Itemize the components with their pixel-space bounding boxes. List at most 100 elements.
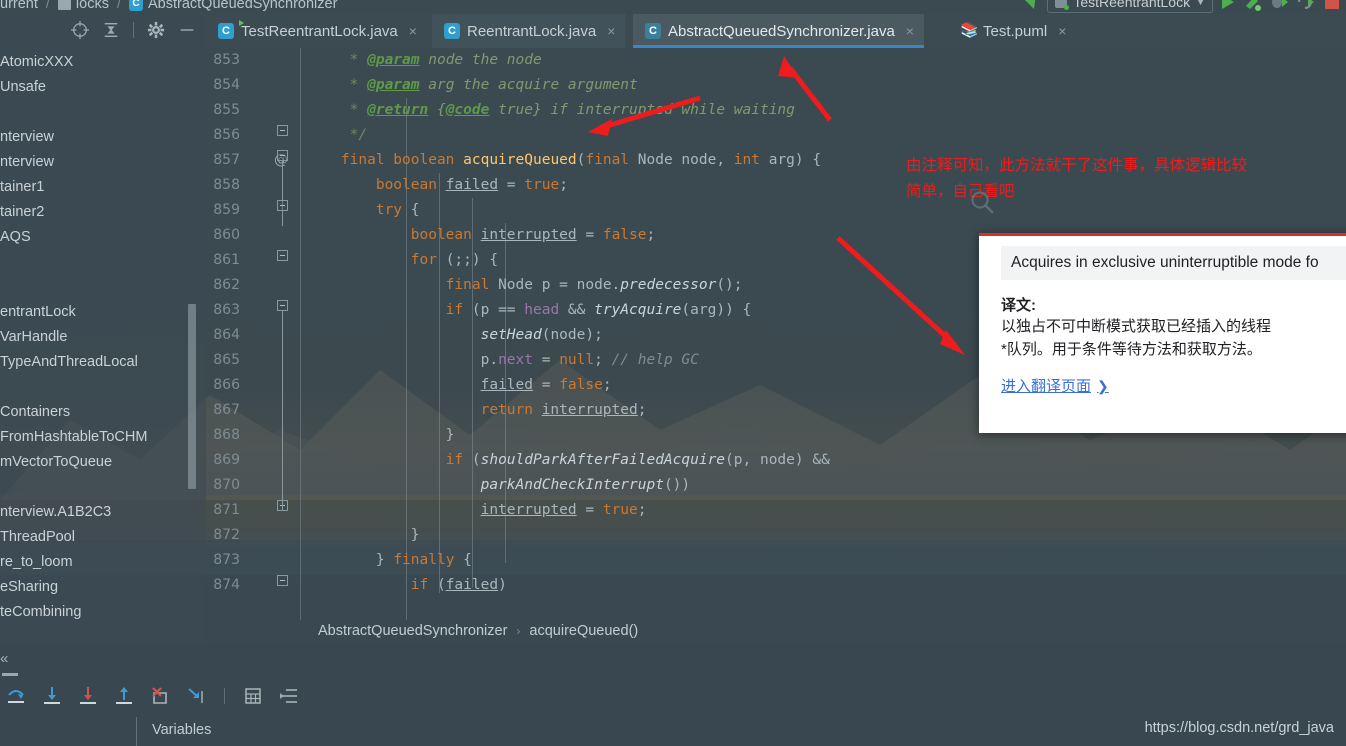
run-icon[interactable] (1222, 0, 1234, 9)
code-line-866: failed = false; (480, 377, 612, 393)
tree-row[interactable]: teCombining (0, 600, 206, 625)
debug-icon[interactable] (1270, 0, 1288, 11)
tree-row[interactable]: tainer2 (0, 200, 206, 225)
editor-tab-label: TestReentrantLock.java (241, 22, 398, 40)
breadcrumb-item-package[interactable]: urrent (0, 0, 38, 12)
editor-tab-testpuml[interactable]: 📚 Test.puml × (948, 14, 1076, 48)
code-line-867: return interrupted; (306, 402, 647, 418)
code-line-871: interrupted = true; (480, 502, 647, 518)
breadcrumb-item-class[interactable]: AbstractQueuedSynchronizer (148, 0, 337, 12)
tree-row[interactable]: ThreadPool (0, 525, 206, 550)
debugger-step-toolbar[interactable] (6, 682, 299, 710)
line-number: 871 (213, 502, 240, 518)
chevron-down-icon[interactable]: ▼ (1196, 0, 1205, 7)
project-tree-scrollbar[interactable] (188, 304, 196, 489)
editor-tab-testreentrantlock[interactable]: C TestReentrantLock.java × (206, 14, 427, 48)
java-class-icon: C (444, 23, 460, 39)
code-line-855: * @return {@code true} if interrupted wh… (306, 102, 795, 118)
tree-row[interactable]: nterview (0, 150, 206, 175)
drop-frame-icon[interactable] (150, 686, 170, 706)
run-configuration-selector[interactable]: TestReentrantLock ▼ (1047, 0, 1213, 13)
tree-row[interactable]: mVectorToQueue (0, 450, 206, 475)
tree-row[interactable]: VarHandle (0, 325, 206, 350)
project-tree[interactable]: AtomicXXX Unsafe nterview nterview tainer1 ta… (0, 46, 206, 644)
rerun-debug-icon[interactable] (1297, 0, 1315, 11)
panel-divider (136, 717, 137, 746)
top-breadcrumb[interactable]: urrent / locks / C AbstractQueuedSynchro… (0, 0, 337, 14)
tree-row[interactable]: eSharing (0, 575, 206, 600)
tree-row[interactable]: Unsafe (0, 75, 206, 100)
toolbar-divider (133, 22, 134, 38)
line-number: 867 (213, 402, 240, 418)
popup-source-text: Acquires in exclusive uninterruptible mo… (1001, 246, 1346, 280)
run-to-cursor-icon[interactable] (186, 686, 206, 706)
editor-tabbar[interactable]: C TestReentrantLock.java × C ReentrantLo… (206, 14, 1346, 48)
collapse-all-icon[interactable] (102, 21, 120, 39)
link-label: 进入翻译页面 (1001, 378, 1092, 395)
variables-tab[interactable]: Variables (152, 722, 211, 738)
force-step-into-icon[interactable] (78, 686, 98, 706)
fold-line (282, 310, 283, 510)
step-into-icon[interactable] (42, 686, 62, 706)
editor-tab-reentrantlock[interactable]: C ReentrantLock.java × (432, 14, 626, 48)
step-over-icon[interactable] (6, 686, 26, 706)
toolbar-divider (224, 688, 225, 704)
tree-row[interactable]: nterview (0, 125, 206, 150)
tree-row[interactable]: nterview.A1B2C3 (0, 500, 206, 525)
run-toolbar[interactable]: TestReentrantLock ▼ (1022, 0, 1346, 13)
breadcrumb-class[interactable]: AbstractQueuedSynchronizer (318, 623, 507, 639)
evaluate-expression-icon[interactable] (243, 686, 263, 706)
back-arrow-icon[interactable] (1022, 0, 1038, 11)
translate-popup[interactable]: Acquires in exclusive uninterruptible mo… (979, 233, 1346, 433)
java-test-class-icon: C (218, 23, 234, 39)
tree-row[interactable]: AQS (0, 225, 206, 250)
stop-icon[interactable] (1324, 0, 1340, 10)
close-icon[interactable]: × (1058, 23, 1066, 39)
build-icon[interactable] (1243, 0, 1261, 11)
breadcrumb-method[interactable]: acquireQueued() (529, 623, 638, 639)
close-icon[interactable]: × (906, 23, 914, 39)
code-line-864: setHead(node); (480, 327, 603, 343)
fold-marker[interactable] (277, 575, 288, 586)
project-toolbar[interactable] (0, 14, 206, 46)
line-number: 874 (213, 577, 240, 593)
fold-marker[interactable] (277, 250, 288, 261)
java-class-readonly-icon: C (645, 23, 661, 39)
run-config-name: TestReentrantLock (1073, 0, 1191, 10)
code-line-854: * @param arg the acquire argument (306, 77, 638, 93)
fold-marker[interactable] (277, 125, 288, 136)
editor-gutter[interactable]: 853 854 855 856 857 @858 859 860 861 862 863 864 865… (206, 48, 306, 620)
code-line-856: */ (306, 127, 368, 143)
tree-row[interactable]: FromHashtableToCHM (0, 425, 206, 450)
show-execution-point-icon[interactable] (279, 686, 299, 706)
line-number: 864 (213, 327, 240, 343)
tree-row[interactable]: AtomicXXX (0, 50, 206, 75)
editor-breadcrumb[interactable]: AbstractQueuedSynchronizer › acquireQueu… (206, 618, 1346, 644)
step-out-icon[interactable] (114, 686, 134, 706)
close-icon[interactable]: × (409, 23, 417, 39)
line-number: 873 (213, 552, 240, 568)
code-line-857: final boolean acquireQueued(final Node n… (306, 152, 822, 168)
close-icon[interactable]: × (607, 23, 615, 39)
magnifier-cursor-icon (971, 191, 994, 214)
tree-row-spacer (0, 100, 206, 125)
locate-icon[interactable] (71, 21, 89, 39)
tree-row[interactable]: entrantLock (0, 300, 206, 325)
tree-row[interactable]: tainer1 (0, 175, 206, 200)
breadcrumb-item-folder[interactable]: locks (76, 0, 109, 12)
editor-tab-abstractqueuedsynchronizer[interactable]: C AbstractQueuedSynchronizer.java × (633, 14, 924, 48)
line-number: 868 (213, 427, 240, 443)
fold-marker[interactable] (277, 200, 288, 211)
editor-tab-label: AbstractQueuedSynchronizer.java (668, 22, 895, 40)
chevron-left-icon[interactable]: « (0, 650, 8, 667)
minimize-icon[interactable] (178, 21, 196, 39)
open-translation-page-link[interactable]: 进入翻译页面 ❯ (1001, 375, 1109, 396)
tree-row[interactable]: re_to_loom (0, 550, 206, 575)
project-tool-window: AtomicXXX Unsafe nterview nterview tainer1 ta… (0, 14, 206, 645)
tree-row[interactable]: Containers (0, 400, 206, 425)
tree-row[interactable]: TypeAndThreadLocal (0, 350, 206, 375)
line-number: 857 (213, 152, 240, 168)
fold-marker[interactable] (277, 150, 288, 161)
line-number: 865 (213, 352, 240, 368)
settings-gear-icon[interactable] (147, 21, 165, 39)
